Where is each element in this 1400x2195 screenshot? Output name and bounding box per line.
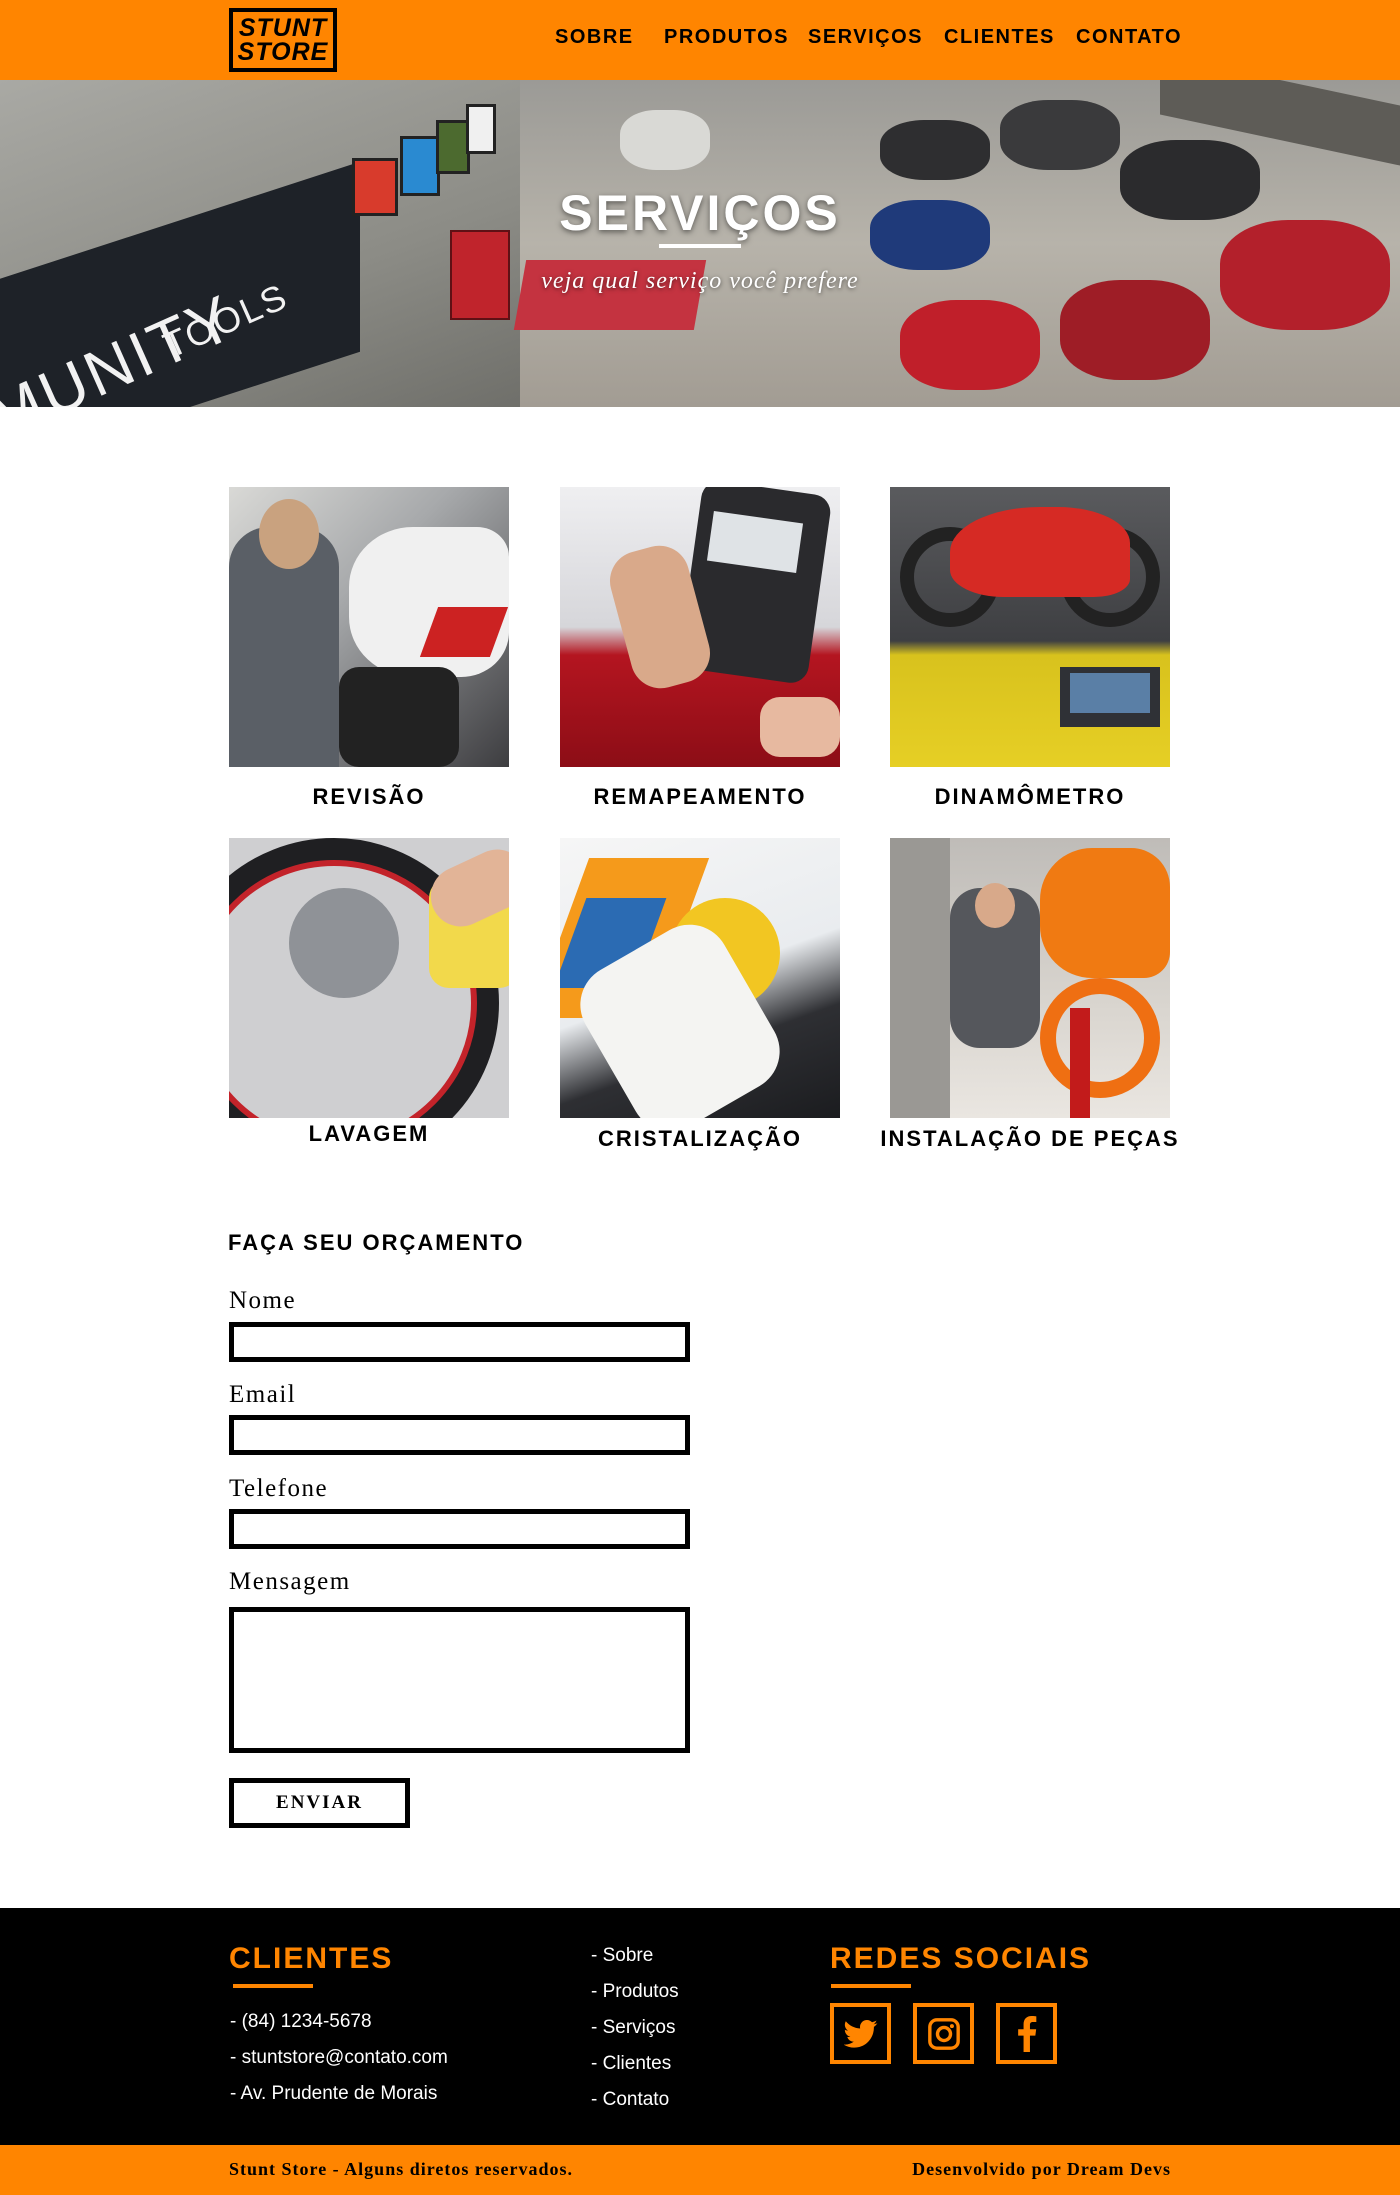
site-footer (0, 1908, 1400, 2145)
wall-poster-white (466, 104, 496, 154)
service-label-lavagem: LAVAGEM (308, 1121, 430, 1146)
hero-banner: MUNITY TOOLS SERVIÇOS veja qual serviço … (0, 80, 1400, 407)
email-label: Email (229, 1381, 297, 1408)
service-image-instalacao (890, 838, 1170, 1118)
bike-shape (900, 300, 1040, 390)
main-nav: SOBRE PRODUTOS SERVIÇOS CLIENTES CONTATO (0, 26, 1400, 56)
service-card-revisao[interactable]: REVISÃO (229, 487, 509, 809)
message-textarea[interactable] (229, 1607, 690, 1753)
service-label-cristalizacao: CRISTALIZAÇÃO (597, 1126, 803, 1151)
nav-link-servicos[interactable]: SERVIÇOS (808, 26, 923, 49)
facebook-icon (1017, 2015, 1036, 2052)
facebook-button[interactable] (996, 2003, 1057, 2064)
service-image-lavagem (229, 838, 509, 1118)
site-header: STUNT STORE SOBRE PRODUTOS SERVIÇOS CLIE… (0, 0, 1400, 80)
service-card-dinamometro[interactable]: DINAMÔMETRO (890, 487, 1170, 809)
developer-credit: Desenvolvido por Dream Devs (912, 2159, 1171, 2179)
service-image-remapeamento (560, 487, 840, 767)
email-field[interactable] (229, 1415, 690, 1455)
copyright-bar: Stunt Store - Alguns diretos reservados.… (0, 2145, 1400, 2195)
bike-shape (880, 120, 990, 180)
bike-shape (1000, 100, 1120, 170)
hero-subtitle: veja qual serviço você prefere (541, 268, 859, 294)
footer-address: - Av. Prudente de Morais (230, 2083, 438, 2104)
footer-link-sobre[interactable]: - Sobre (591, 1945, 653, 1967)
twitter-icon (843, 2019, 877, 2048)
instagram-button[interactable] (913, 2003, 974, 2064)
footer-social-heading: REDES SOCIAIS (830, 1942, 1092, 1975)
quote-form-title: FAÇA SEU ORÇAMENTO (228, 1230, 525, 1255)
footer-email: - stuntstore@contato.com (230, 2047, 448, 2068)
nav-link-contato[interactable]: CONTATO (1076, 26, 1182, 49)
nav-link-sobre[interactable]: SOBRE (555, 26, 634, 49)
service-label-remapeamento: REMAPEAMENTO (593, 784, 807, 809)
service-image-cristalizacao (560, 838, 840, 1118)
copyright-text: Stunt Store - Alguns diretos reservados. (229, 2159, 574, 2179)
service-image-dinamometro (890, 487, 1170, 767)
phone-label: Telefone (229, 1475, 329, 1502)
footer-link-produtos[interactable]: - Produtos (591, 1981, 679, 2003)
service-label-revisao: REVISÃO (312, 784, 426, 809)
send-button[interactable]: ENVIAR (229, 1778, 410, 1828)
nav-link-clientes[interactable]: CLIENTES (944, 26, 1055, 49)
twitter-button[interactable] (830, 2003, 891, 2064)
footer-link-contato[interactable]: - Contato (591, 2089, 669, 2111)
service-card-lavagem[interactable]: LAVAGEM (229, 838, 509, 1146)
service-card-cristalizacao[interactable]: CRISTALIZAÇÃO (560, 838, 840, 1151)
name-label: Nome (229, 1287, 297, 1314)
footer-clients-heading: CLIENTES (229, 1942, 394, 1975)
service-label-instalacao: INSTALAÇÃO DE PEÇAS (880, 1126, 1180, 1151)
service-card-remapeamento[interactable]: REMAPEAMENTO (560, 487, 840, 809)
message-label: Mensagem (229, 1568, 351, 1595)
instagram-icon (927, 2017, 960, 2050)
bike-shape (1060, 280, 1210, 380)
bike-shape (620, 110, 710, 170)
hero-title-underline (659, 244, 741, 248)
hero-title: SERVIÇOS (559, 185, 841, 241)
footer-phone: - (84) 1234-5678 (230, 2011, 372, 2032)
footer-link-clientes[interactable]: - Clientes (591, 2053, 671, 2075)
service-card-instalacao[interactable]: INSTALAÇÃO DE PEÇAS (880, 838, 1178, 1151)
footer-clients-underline (233, 1984, 313, 1988)
service-image-revisao (229, 487, 509, 767)
footer-link-servicos[interactable]: - Serviços (591, 2017, 675, 2039)
name-field[interactable] (229, 1322, 690, 1362)
service-label-dinamometro: DINAMÔMETRO (934, 784, 1126, 809)
nav-link-produtos[interactable]: PRODUTOS (664, 26, 789, 49)
phone-field[interactable] (229, 1509, 690, 1549)
wall-poster-green (436, 120, 470, 174)
footer-social-underline (831, 1984, 911, 1988)
